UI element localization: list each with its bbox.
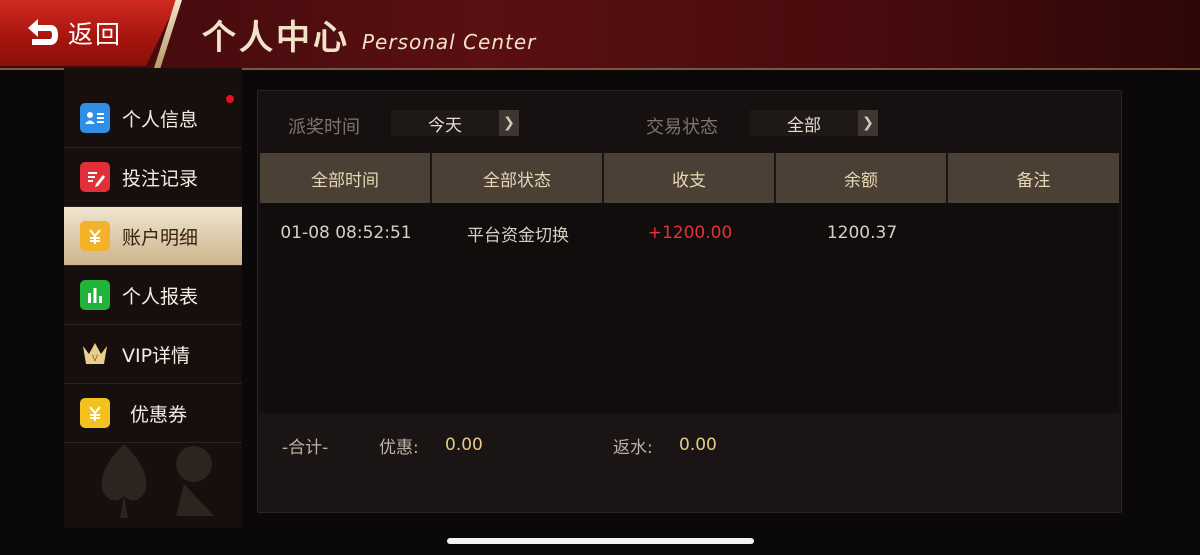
sidebar-item-label: 个人报表 — [122, 285, 199, 308]
account-details-panel: 派奖时间 今天 ❯ 交易状态 全部 ❯ 全部时间 全部状态 收支 余额 备注 0… — [257, 90, 1122, 513]
column-header-balance: 余额 — [776, 153, 948, 203]
prize-time-value: 今天 — [428, 115, 462, 136]
table-row: 01-08 08:52:51 平台资金切换 +1200.00 1200.37 — [260, 203, 1119, 263]
column-header-status[interactable]: 全部状态 — [432, 153, 604, 203]
coupon-icon — [80, 398, 110, 428]
notification-dot — [226, 95, 234, 103]
rebate-value: 0.00 — [679, 435, 717, 455]
return-arrow-icon — [28, 19, 58, 45]
discount-label: 优惠: — [379, 438, 419, 458]
chevron-right-icon: ❯ — [499, 110, 519, 136]
back-button[interactable]: 返回 — [0, 0, 178, 66]
sidebar-item-personal-report[interactable]: 个人报表 — [64, 266, 242, 325]
tx-status-value: 全部 — [787, 115, 821, 136]
top-bar: 返回 个人中心 Personal Center — [0, 0, 1200, 70]
page-title-cn: 个人中心 — [202, 18, 350, 58]
yuan-wallet-icon — [80, 221, 110, 251]
column-header-amount: 收支 — [604, 153, 776, 203]
sidebar-item-label: 优惠券 — [130, 403, 188, 426]
crown-icon: V — [80, 339, 110, 369]
prize-time-select[interactable]: 今天 ❯ — [391, 110, 519, 136]
sidebar-item-vip-details[interactable]: V VIP详情 — [64, 325, 242, 384]
page-title-en: Personal Center — [362, 30, 537, 54]
sidebar-item-label: 投注记录 — [122, 167, 199, 190]
sidebar-item-label: VIP详情 — [122, 344, 191, 367]
column-header-time[interactable]: 全部时间 — [260, 153, 432, 203]
sidebar-item-personal-info[interactable]: 个人信息 — [64, 89, 242, 148]
svg-text:V: V — [92, 354, 99, 364]
rebate-label: 返水: — [613, 438, 653, 458]
cell-time: 01-08 08:52:51 — [280, 223, 412, 243]
summary-total-label: -合计- — [282, 438, 329, 458]
cell-amount: +1200.00 — [647, 223, 733, 243]
id-card-icon — [80, 103, 110, 133]
poker-suits-decoration — [101, 444, 214, 518]
prize-time-label: 派奖时间 — [288, 117, 360, 138]
table-header: 全部时间 全部状态 收支 余额 备注 — [260, 153, 1119, 203]
cell-balance: 1200.37 — [826, 223, 898, 243]
sidebar-item-account-details[interactable]: 账户明细 — [64, 207, 242, 266]
summary-footer: -合计- 优惠: 0.00 返水: 0.00 — [258, 413, 1121, 512]
bar-chart-icon — [80, 280, 110, 310]
chevron-right-icon: ❯ — [858, 110, 878, 136]
sidebar: 个人信息 投注记录 账户明细 个人报表 V VIP详情 优惠券 — [64, 68, 242, 528]
tx-status-select[interactable]: 全部 ❯ — [750, 110, 878, 136]
filter-bar: 派奖时间 今天 ❯ 交易状态 全部 ❯ — [258, 91, 1121, 153]
document-edit-icon — [80, 162, 110, 192]
tx-status-label: 交易状态 — [646, 117, 718, 138]
home-indicator[interactable] — [447, 538, 754, 544]
back-label: 返回 — [68, 20, 123, 49]
cell-status: 平台资金切换 — [467, 225, 569, 246]
sidebar-item-label: 个人信息 — [122, 108, 199, 131]
sidebar-item-bet-records[interactable]: 投注记录 — [64, 148, 242, 207]
sidebar-item-label: 账户明细 — [122, 226, 199, 249]
discount-value: 0.00 — [445, 435, 483, 455]
column-header-note: 备注 — [948, 153, 1119, 203]
page-title: 个人中心 Personal Center — [202, 10, 536, 59]
